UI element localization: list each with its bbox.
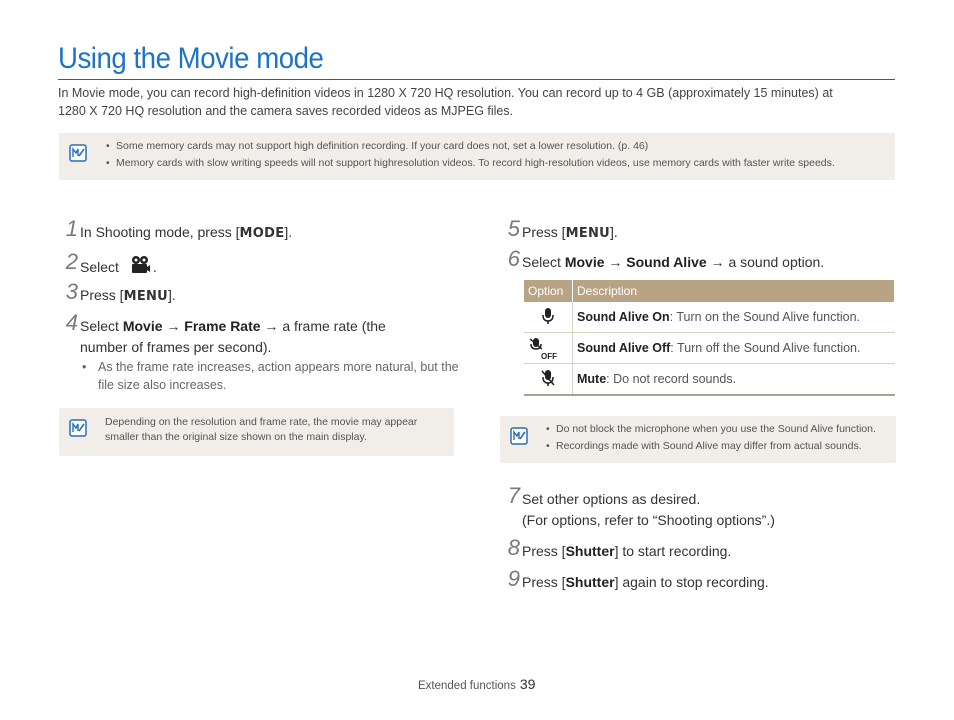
step-text: Select bbox=[80, 259, 119, 275]
step-text: (For options, refer to “Shooting options… bbox=[522, 512, 775, 528]
option-name: Sound Alive On bbox=[577, 310, 670, 324]
step-number: 6 bbox=[507, 246, 520, 271]
note-icon bbox=[510, 427, 528, 445]
step-number: 1 bbox=[65, 216, 78, 241]
step-text: . bbox=[152, 259, 157, 275]
option-description: : Turn on the Sound Alive function. bbox=[669, 310, 861, 324]
step-text: ] to start recording. bbox=[614, 543, 732, 559]
step-text: Select bbox=[522, 254, 565, 270]
table-row: Sound Alive On: Turn on the Sound Alive … bbox=[524, 302, 895, 333]
note-item: Recordings made with Sound Alive may dif… bbox=[546, 438, 876, 455]
step-number: 9 bbox=[507, 566, 520, 591]
note-box-sound-alive: Do not block the microphone when you use… bbox=[500, 416, 896, 463]
menu-key-label: MENU bbox=[565, 226, 611, 241]
step-text: In Shooting mode, press [ bbox=[80, 224, 240, 240]
table-header-option: Option bbox=[524, 280, 573, 302]
step-text: ]. bbox=[168, 287, 176, 303]
step-number: 7 bbox=[507, 483, 520, 508]
option-description: : Do not record sounds. bbox=[606, 372, 737, 386]
step-text: number of frames per second). bbox=[80, 339, 272, 355]
note-item: Memory cards with slow writing speeds wi… bbox=[106, 155, 835, 172]
step-number: 4 bbox=[65, 310, 78, 335]
step-number: 5 bbox=[507, 216, 520, 241]
note-text: Depending on the resolution and frame ra… bbox=[105, 416, 418, 443]
shutter-key-label: Shutter bbox=[565, 543, 615, 559]
note-item: Some memory cards may not support high d… bbox=[106, 138, 835, 155]
table-row: OFF Sound Alive Off: Turn off the Sound … bbox=[524, 332, 895, 364]
step-4-bullet: As the frame rate increases, action appe… bbox=[82, 358, 470, 394]
menu-movie: Movie bbox=[564, 254, 605, 270]
microphone-icon bbox=[542, 307, 554, 324]
page-number: 39 bbox=[519, 676, 536, 692]
step-number: 8 bbox=[507, 535, 520, 560]
step-text: Press [ bbox=[522, 543, 566, 559]
page-footer: Extended functions 39 bbox=[418, 676, 535, 692]
step-text: Press [ bbox=[522, 574, 566, 590]
note-box-memory-cards: Some memory cards may not support high d… bbox=[59, 133, 895, 180]
page-title: Using the Movie mode bbox=[58, 42, 324, 75]
step-text: → a frame rate (the bbox=[260, 318, 386, 334]
microphone-mute-icon bbox=[541, 369, 555, 386]
option-description: : Turn off the Sound Alive function. bbox=[670, 341, 861, 355]
sound-options-table: Option Description Sound Alive On: Turn … bbox=[524, 280, 895, 396]
menu-frame-rate: Frame Rate bbox=[184, 318, 261, 334]
option-name: Sound Alive Off bbox=[577, 341, 671, 355]
note-box-frame-rate: Depending on the resolution and frame ra… bbox=[59, 408, 454, 456]
table-row: Mute: Do not record sounds. bbox=[524, 363, 895, 396]
menu-sound-alive: Sound Alive bbox=[626, 254, 707, 270]
title-rule bbox=[58, 79, 895, 80]
step-text: Press [ bbox=[522, 224, 566, 240]
footer-section: Extended functions bbox=[418, 680, 516, 692]
shutter-key-label: Shutter bbox=[565, 574, 615, 590]
step-text: ] again to stop recording. bbox=[614, 574, 769, 590]
note-icon bbox=[69, 144, 87, 162]
menu-key-label: MENU bbox=[123, 289, 169, 304]
off-label: OFF bbox=[541, 351, 557, 361]
note-item: Do not block the microphone when you use… bbox=[546, 421, 876, 438]
step-number: 2 bbox=[65, 249, 78, 274]
arrow: → bbox=[162, 318, 185, 334]
movie-camera-icon bbox=[131, 256, 150, 273]
arrow: → bbox=[604, 254, 627, 270]
step-text: Select bbox=[80, 318, 123, 334]
step-number: 3 bbox=[65, 279, 78, 304]
step-text: ]. bbox=[610, 224, 618, 240]
step-text: Press [ bbox=[80, 287, 124, 303]
step-text: Set other options as desired. bbox=[522, 491, 701, 507]
option-name: Mute bbox=[577, 372, 607, 386]
step-text: → a sound option. bbox=[706, 254, 825, 270]
menu-movie: Movie bbox=[122, 318, 163, 334]
intro-paragraph: In Movie mode, you can record high-defin… bbox=[58, 86, 833, 118]
table-header-description: Description bbox=[572, 280, 895, 302]
note-icon bbox=[69, 419, 87, 437]
step-text: ]. bbox=[284, 224, 293, 240]
mode-key-label: MODE bbox=[239, 226, 285, 241]
